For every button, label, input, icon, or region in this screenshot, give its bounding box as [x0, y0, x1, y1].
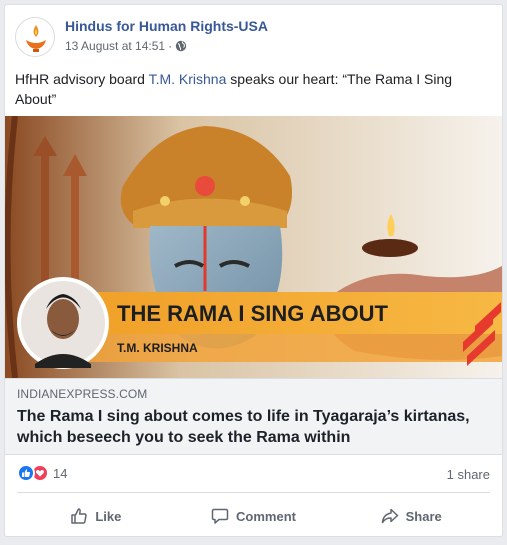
diya-lamp-logo	[26, 25, 46, 52]
link-domain: INDIANEXPRESS.COM	[17, 387, 148, 401]
post-card: Hindus for Human Rights-USA 13 August at…	[4, 4, 503, 537]
share-count[interactable]: 1 share	[447, 467, 490, 482]
post-actions: Like Comment Share	[17, 500, 490, 532]
rama-illustration: THE RAMA I SING ABOUT T.M. KRISHNA	[5, 116, 502, 378]
link-title[interactable]: The Rama I sing about comes to life in T…	[17, 406, 490, 448]
comment-icon	[211, 508, 229, 524]
post-timestamp[interactable]: 13 August at 14:51	[65, 39, 165, 53]
thumbs-up-icon	[71, 508, 88, 524]
like-button[interactable]: Like	[17, 500, 175, 532]
like-reaction-icon	[17, 464, 35, 482]
like-label: Like	[95, 508, 122, 524]
banner-title: THE RAMA I SING ABOUT	[117, 301, 388, 326]
link-preview-info[interactable]: INDIANEXPRESS.COM The Rama I sing about …	[5, 378, 502, 455]
meta-separator: ·	[168, 39, 173, 53]
page-avatar[interactable]	[15, 17, 55, 57]
post-header: Hindus for Human Rights-USA 13 August at…	[15, 17, 492, 61]
comment-label: Comment	[236, 508, 296, 524]
reaction-count: 14	[53, 465, 68, 481]
globe-icon	[175, 40, 187, 52]
reactions-summary[interactable]: 14	[17, 463, 67, 483]
link-preview-image[interactable]: THE RAMA I SING ABOUT T.M. KRISHNA	[5, 116, 502, 378]
banner-author: T.M. KRISHNA	[117, 341, 198, 355]
action-divider	[17, 492, 490, 493]
comment-button[interactable]: Comment	[175, 500, 333, 532]
share-label: Share	[405, 508, 442, 524]
page-name-link[interactable]: Hindus for Human Rights-USA	[65, 18, 268, 34]
share-button[interactable]: Share	[332, 500, 490, 532]
share-arrow-icon	[381, 508, 398, 524]
post-message: HfHR advisory board T.M. Krishna speaks …	[15, 69, 490, 109]
mention-link[interactable]: T.M. Krishna	[149, 71, 227, 87]
post-meta: 13 August at 14:51 ·	[65, 39, 187, 53]
post-text-before: HfHR advisory board	[15, 71, 149, 87]
